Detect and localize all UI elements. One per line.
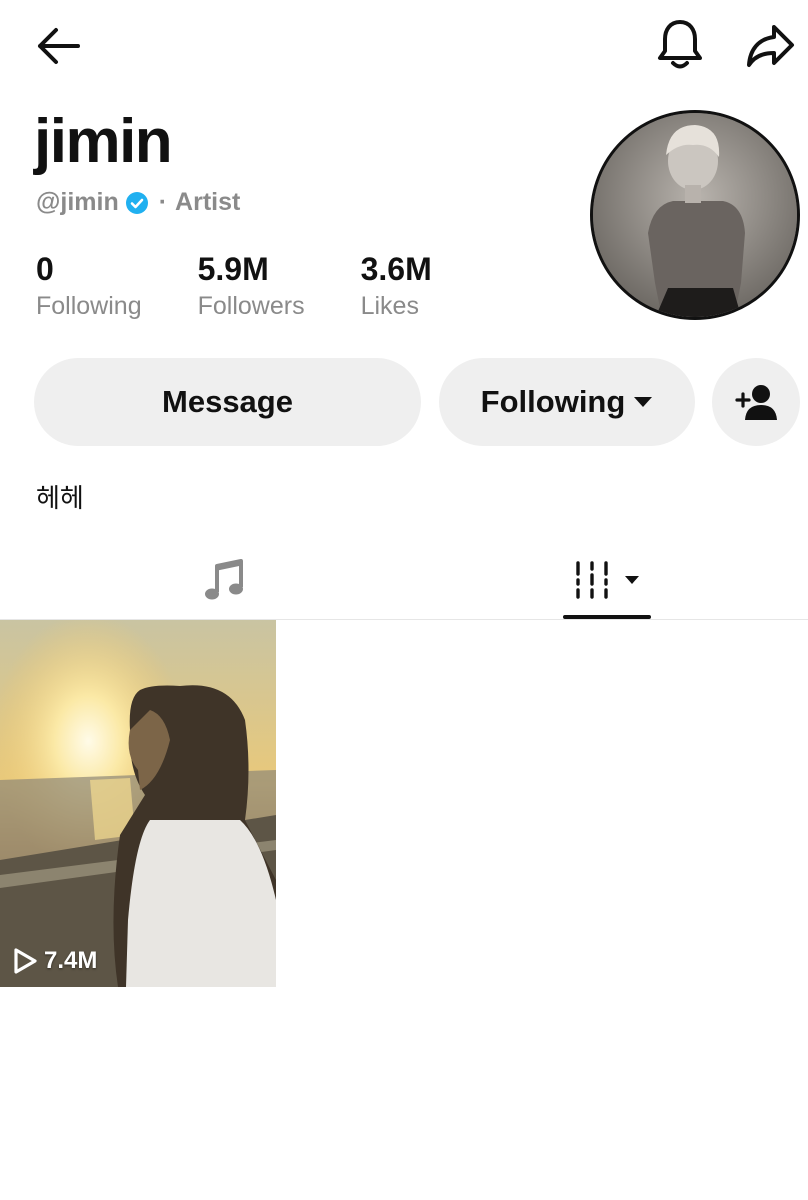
tab-music[interactable] [140, 540, 310, 620]
active-tab-indicator [563, 615, 651, 619]
add-user-icon [735, 385, 777, 420]
separator-dot: · [158, 188, 168, 216]
profile-category: Artist [175, 188, 241, 216]
stat-likes-label: Likes [360, 292, 419, 320]
video-view-count-text: 7.4M [44, 947, 98, 974]
profile-display-name: jimin [34, 107, 173, 176]
content-tabs [0, 540, 808, 620]
stat-following-value: 0 [36, 251, 54, 287]
back-arrow-icon [38, 28, 80, 64]
verified-badge-icon [125, 191, 149, 215]
share-button[interactable] [738, 16, 802, 76]
following-button[interactable]: Following [439, 358, 695, 446]
top-bar [0, 0, 808, 100]
caret-down-icon [625, 576, 639, 584]
profile-avatar[interactable] [590, 110, 800, 320]
message-button-label: Message [162, 384, 293, 419]
stat-followers[interactable]: 5.9M Followers [198, 250, 305, 324]
stat-followers-value: 5.9M [197, 251, 269, 287]
profile-stats: 0 Following 5.9M Followers 3.6M Likes [36, 250, 488, 324]
share-arrow-icon [747, 25, 794, 67]
caret-down-icon [633, 395, 653, 409]
add-friend-button[interactable] [712, 358, 800, 446]
stat-following[interactable]: 0 Following [36, 250, 142, 324]
play-icon [14, 948, 37, 974]
video-thumbnail-image [0, 620, 276, 987]
videos-grid-icon [576, 561, 608, 599]
notification-bell-button[interactable] [648, 14, 712, 74]
avatar-photo [593, 113, 797, 317]
profile-bio: 헤헤 [36, 483, 84, 513]
tab-videos[interactable] [522, 540, 692, 620]
video-view-count: 7.4M [12, 947, 97, 975]
handle-row: @jimin · Artist [36, 188, 240, 217]
video-thumbnail[interactable]: 7.4M [0, 620, 276, 987]
following-button-label: Following [480, 384, 626, 419]
stat-likes-value: 3.6M [360, 251, 432, 287]
profile-handle: @jimin [36, 188, 119, 216]
message-button[interactable]: Message [34, 358, 421, 446]
stat-likes[interactable]: 3.6M Likes [361, 250, 432, 324]
stat-followers-label: Followers [197, 292, 305, 320]
bell-icon [658, 20, 702, 69]
back-button[interactable] [26, 20, 90, 72]
music-note-icon [205, 559, 243, 600]
stat-following-label: Following [36, 292, 142, 320]
